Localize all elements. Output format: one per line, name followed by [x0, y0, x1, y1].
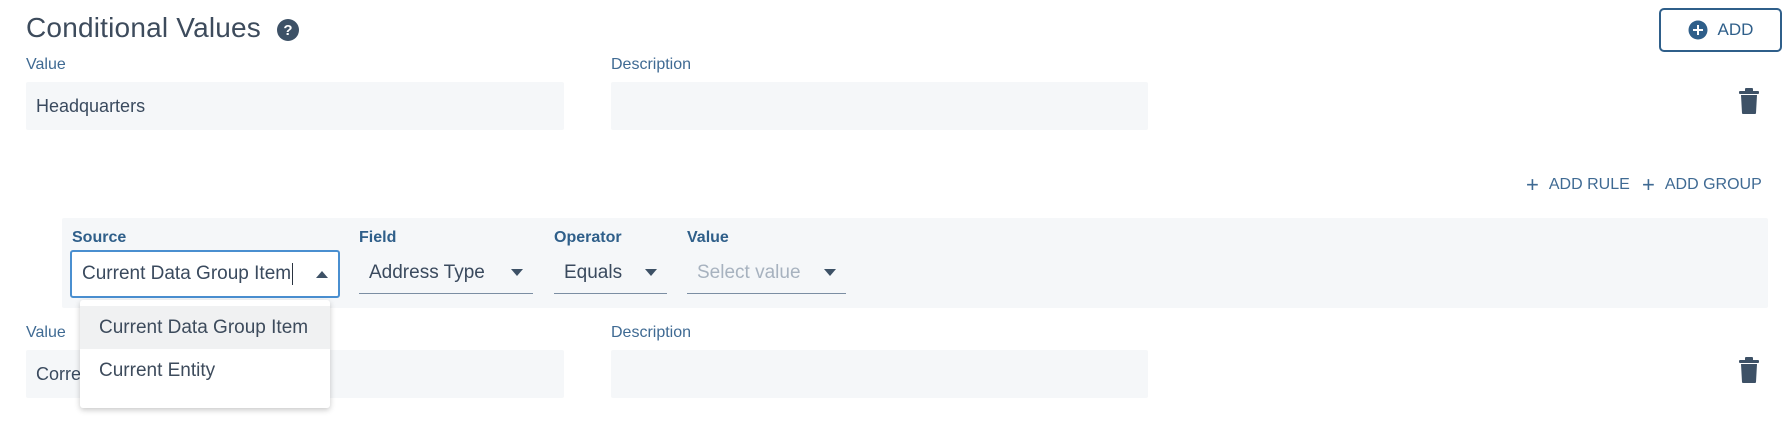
field-select[interactable]: Address Type — [359, 252, 533, 294]
add-rule-label: ADD RULE — [1548, 176, 1630, 193]
description-label: Description — [611, 56, 692, 73]
plus-icon: + — [1642, 172, 1655, 197]
add-button[interactable]: ADD — [1659, 8, 1782, 52]
caret-down-icon — [511, 269, 523, 276]
plus-icon: + — [1526, 172, 1539, 197]
add-group-link[interactable]: + ADD GROUP — [1642, 174, 1762, 196]
trash-icon[interactable] — [1739, 88, 1759, 114]
operator-select[interactable]: Equals — [554, 252, 667, 294]
caret-up-icon — [316, 270, 328, 278]
add-button-label: ADD — [1717, 20, 1754, 39]
rule-value-placeholder: Select value — [697, 261, 801, 283]
rule-value-label: Value — [687, 229, 729, 246]
add-group-label: ADD GROUP — [1664, 176, 1762, 193]
description-input[interactable] — [611, 350, 1148, 398]
caret-down-icon — [824, 269, 836, 276]
operator-label: Operator — [554, 229, 622, 246]
caret-down-icon — [645, 269, 657, 276]
rule-value-select[interactable]: Select value — [687, 252, 846, 294]
source-select-value: Current Data Group Item — [82, 263, 292, 284]
source-label: Source — [72, 229, 127, 246]
description-label: Description — [611, 324, 692, 341]
help-icon[interactable]: ? — [276, 18, 300, 42]
dropdown-option-current-data-group-item[interactable]: Current Data Group Item — [80, 306, 330, 349]
value-label: Value — [26, 324, 66, 341]
operator-select-value: Equals — [564, 261, 623, 283]
field-label: Field — [359, 229, 397, 246]
source-dropdown-menu: Current Data Group Item Current Entity — [80, 300, 330, 408]
field-select-value: Address Type — [369, 261, 485, 283]
source-select[interactable]: Current Data Group Item — [70, 250, 340, 298]
trash-icon[interactable] — [1739, 357, 1759, 383]
dropdown-option-current-entity[interactable]: Current Entity — [80, 349, 330, 392]
plus-circle-icon — [1688, 20, 1708, 40]
section-title: Conditional Values — [26, 12, 262, 43]
value-input[interactable]: Headquarters — [26, 82, 564, 130]
svg-text:?: ? — [283, 22, 292, 39]
description-input[interactable] — [611, 82, 1148, 130]
add-rule-link[interactable]: + ADD RULE — [1526, 174, 1630, 196]
value-label: Value — [26, 56, 66, 73]
